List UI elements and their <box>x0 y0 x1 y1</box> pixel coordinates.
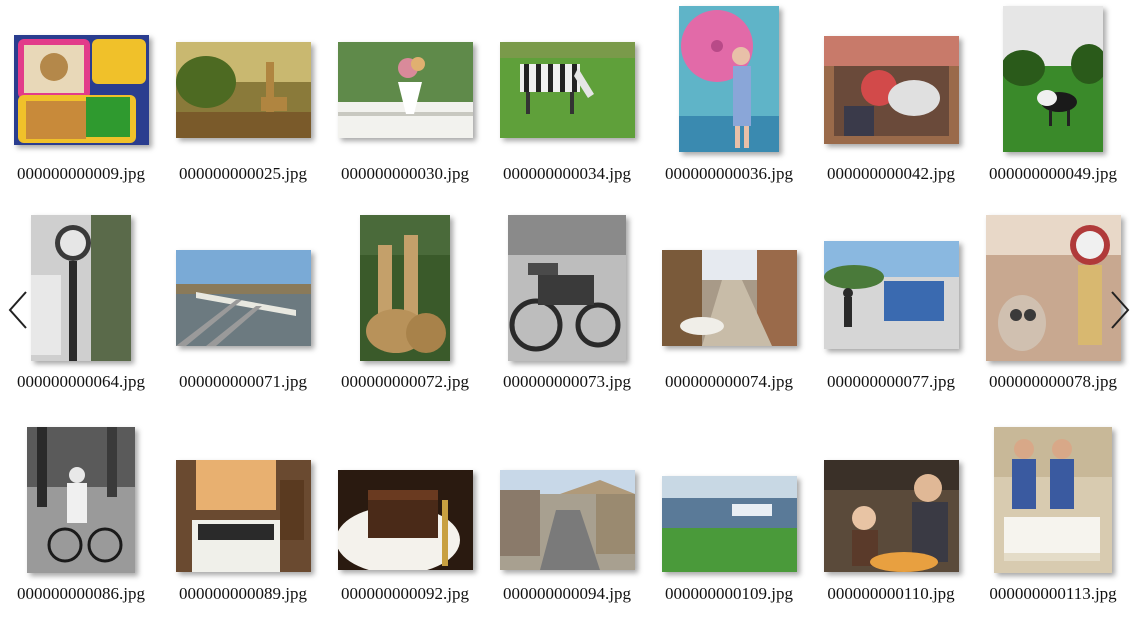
city-street-photo <box>499 470 635 570</box>
bento-lunchbox-photo <box>13 35 149 145</box>
thumbnail-filename: 000000000072.jpg <box>341 372 469 391</box>
thumbnail-item[interactable]: 000000000074.jpg <box>648 208 810 413</box>
zebra-photo <box>499 42 635 138</box>
thumbnail-item[interactable]: 000000000109.jpg <box>648 420 810 625</box>
thumbnail-filename: 000000000025.jpg <box>179 164 307 183</box>
chevron-right-icon[interactable] <box>1108 290 1132 330</box>
thumbnail-item[interactable]: 000000000113.jpg <box>972 420 1134 625</box>
thumbnail-filename: 000000000092.jpg <box>341 584 469 603</box>
skatepark-photo <box>823 241 959 349</box>
thumbnail-item[interactable]: 000000000077.jpg <box>810 208 972 413</box>
thumbnail-gallery: 000000000009.jpg 000000000025.jpg 000000… <box>0 0 1136 615</box>
thumbnail-filename: 000000000086.jpg <box>17 584 145 603</box>
thumbnail-item[interactable]: 000000000073.jpg <box>486 208 648 413</box>
dog-street-photo <box>661 250 797 346</box>
thumbnail-filename: 000000000073.jpg <box>503 372 631 391</box>
woman-umbrella-photo <box>679 6 779 152</box>
chevron-left-icon[interactable] <box>6 290 30 330</box>
clock-figurine-photo <box>985 215 1121 361</box>
thumbnail-filename: 000000000034.jpg <box>503 164 631 183</box>
thumbnail-filename: 000000000071.jpg <box>179 372 307 391</box>
thumbnail-filename: 000000000109.jpg <box>665 584 793 603</box>
thumbnail-filename: 000000000030.jpg <box>341 164 469 183</box>
thumbnail-filename: 000000000089.jpg <box>179 584 307 603</box>
thumbnail-item[interactable]: 000000000042.jpg <box>810 0 972 205</box>
thumbnail-item[interactable]: 000000000089.jpg <box>162 420 324 625</box>
giraffes-photo <box>360 215 450 361</box>
thumbnail-item[interactable]: 000000000071.jpg <box>162 208 324 413</box>
thumbnail-filename: 000000000049.jpg <box>989 164 1117 183</box>
thumbnail-filename: 000000000064.jpg <box>17 372 145 391</box>
thumbnail-filename: 000000000009.jpg <box>17 164 145 183</box>
gallery-row-1: 000000000009.jpg 000000000025.jpg 000000… <box>0 0 1136 205</box>
chocolate-cake-photo <box>337 470 473 570</box>
thumbnail-item[interactable]: 000000000025.jpg <box>162 0 324 205</box>
motorcycle-photo <box>508 215 626 361</box>
thumbnail-item[interactable]: 000000000009.jpg <box>0 0 162 205</box>
horse-field-photo <box>1003 6 1103 152</box>
thumbnail-filename: 000000000110.jpg <box>827 584 955 603</box>
dog-basket-photo <box>823 36 959 144</box>
thumbnail-item[interactable]: 000000000072.jpg <box>324 208 486 413</box>
thumbnail-filename: 000000000113.jpg <box>989 584 1117 603</box>
family-meal-photo <box>823 460 959 572</box>
people-cake-photo <box>994 427 1112 573</box>
thumbnail-filename: 000000000036.jpg <box>665 164 793 183</box>
gallery-row-2: 000000000064.jpg 000000000071.jpg 000000… <box>0 208 1136 413</box>
thumbnail-filename: 000000000078.jpg <box>989 372 1117 391</box>
giraffe-photo <box>175 42 311 138</box>
thumbnail-item[interactable]: 000000000094.jpg <box>486 420 648 625</box>
thumbnail-item[interactable]: 000000000086.jpg <box>0 420 162 625</box>
thumbnail-item[interactable]: 000000000049.jpg <box>972 0 1134 205</box>
thumbnail-filename: 000000000042.jpg <box>827 164 955 183</box>
man-bicycle-photo <box>27 427 135 573</box>
thumbnail-item[interactable]: 000000000030.jpg <box>324 0 486 205</box>
thumbnail-filename: 000000000077.jpg <box>827 372 955 391</box>
gallery-row-3: 000000000086.jpg 000000000089.jpg 000000… <box>0 420 1136 625</box>
thumbnail-item[interactable]: 000000000034.jpg <box>486 0 648 205</box>
train-tracks-photo <box>175 250 311 346</box>
thumbnail-filename: 000000000074.jpg <box>665 372 793 391</box>
kitchen-stove-photo <box>175 460 311 572</box>
flower-vase-photo <box>337 42 473 138</box>
thumbnail-item[interactable]: 000000000092.jpg <box>324 420 486 625</box>
thumbnail-item[interactable]: 000000000036.jpg <box>648 0 810 205</box>
street-clock-photo <box>31 215 131 361</box>
river-park-photo <box>661 476 797 572</box>
thumbnail-filename: 000000000094.jpg <box>503 584 631 603</box>
thumbnail-item[interactable]: 000000000110.jpg <box>810 420 972 625</box>
